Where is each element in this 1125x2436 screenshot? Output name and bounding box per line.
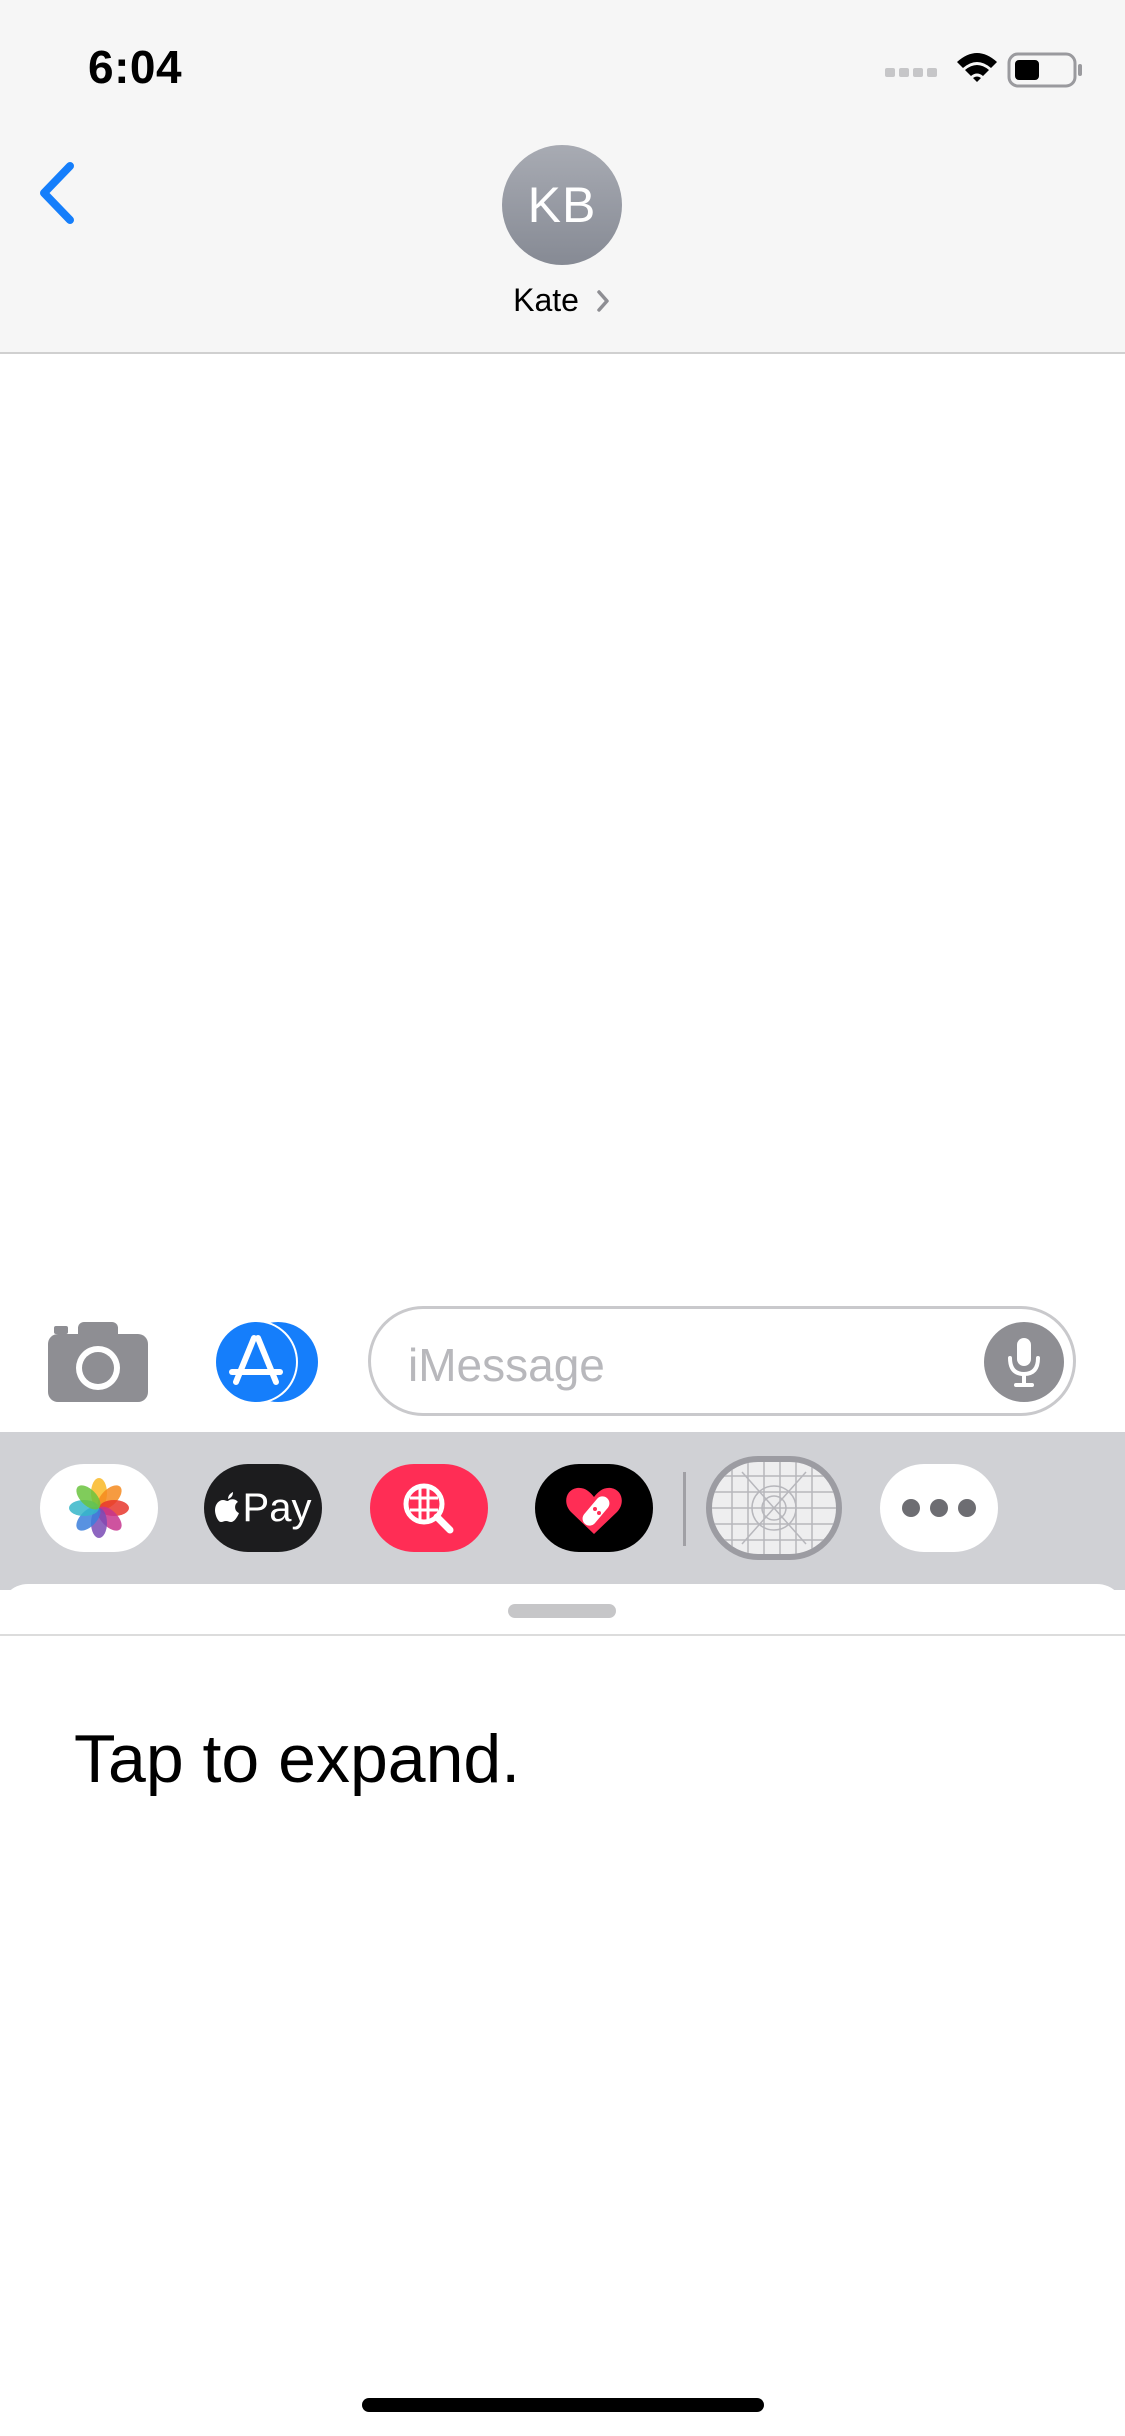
avatar-initials: KB (527, 177, 597, 233)
drawer-divider (683, 1472, 686, 1546)
contact-avatar[interactable]: KB (502, 145, 622, 265)
app-panel[interactable] (0, 1584, 1125, 2436)
contact-name: Kate (513, 282, 579, 319)
home-indicator[interactable] (362, 2398, 764, 2412)
panel-divider (0, 1634, 1125, 1636)
photos-app-button[interactable] (40, 1464, 158, 1552)
status-icons (885, 46, 1085, 92)
contact-name-button[interactable]: Kate (0, 280, 1125, 319)
photos-flower-icon (69, 1478, 129, 1538)
globe-search-icon (403, 1483, 454, 1534)
image-search-app-button[interactable] (370, 1464, 488, 1552)
status-time: 6:04 (88, 41, 183, 93)
camera-icon[interactable] (48, 1322, 148, 1402)
dictation-button[interactable] (984, 1322, 1064, 1402)
sticker-app-button[interactable] (706, 1456, 842, 1560)
microphone-icon (1008, 1338, 1040, 1387)
cellular-signal-icon (885, 68, 937, 77)
more-dot-icon (930, 1499, 948, 1517)
chevron-right-icon (597, 289, 609, 312)
back-chevron-icon[interactable] (34, 158, 84, 228)
more-apps-button[interactable] (880, 1464, 998, 1552)
heart-bandage-icon (566, 1487, 622, 1534)
panel-grabber[interactable] (508, 1604, 616, 1618)
battery-icon (1007, 52, 1082, 88)
apple-pay-button[interactable]: Pay (204, 1464, 322, 1552)
message-placeholder: iMessage (408, 1339, 605, 1391)
apple-pay-label: Pay (242, 1485, 312, 1530)
more-dot-icon (902, 1499, 920, 1517)
more-dot-icon (958, 1499, 976, 1517)
wifi-icon (957, 53, 997, 82)
tap-to-expand-text: Tap to expand. (74, 1721, 521, 1797)
apple-logo-icon (214, 1492, 239, 1522)
grid-placeholder-icon (712, 1462, 836, 1554)
app-store-icon[interactable] (210, 1320, 320, 1404)
digital-touch-app-button[interactable] (535, 1464, 653, 1552)
